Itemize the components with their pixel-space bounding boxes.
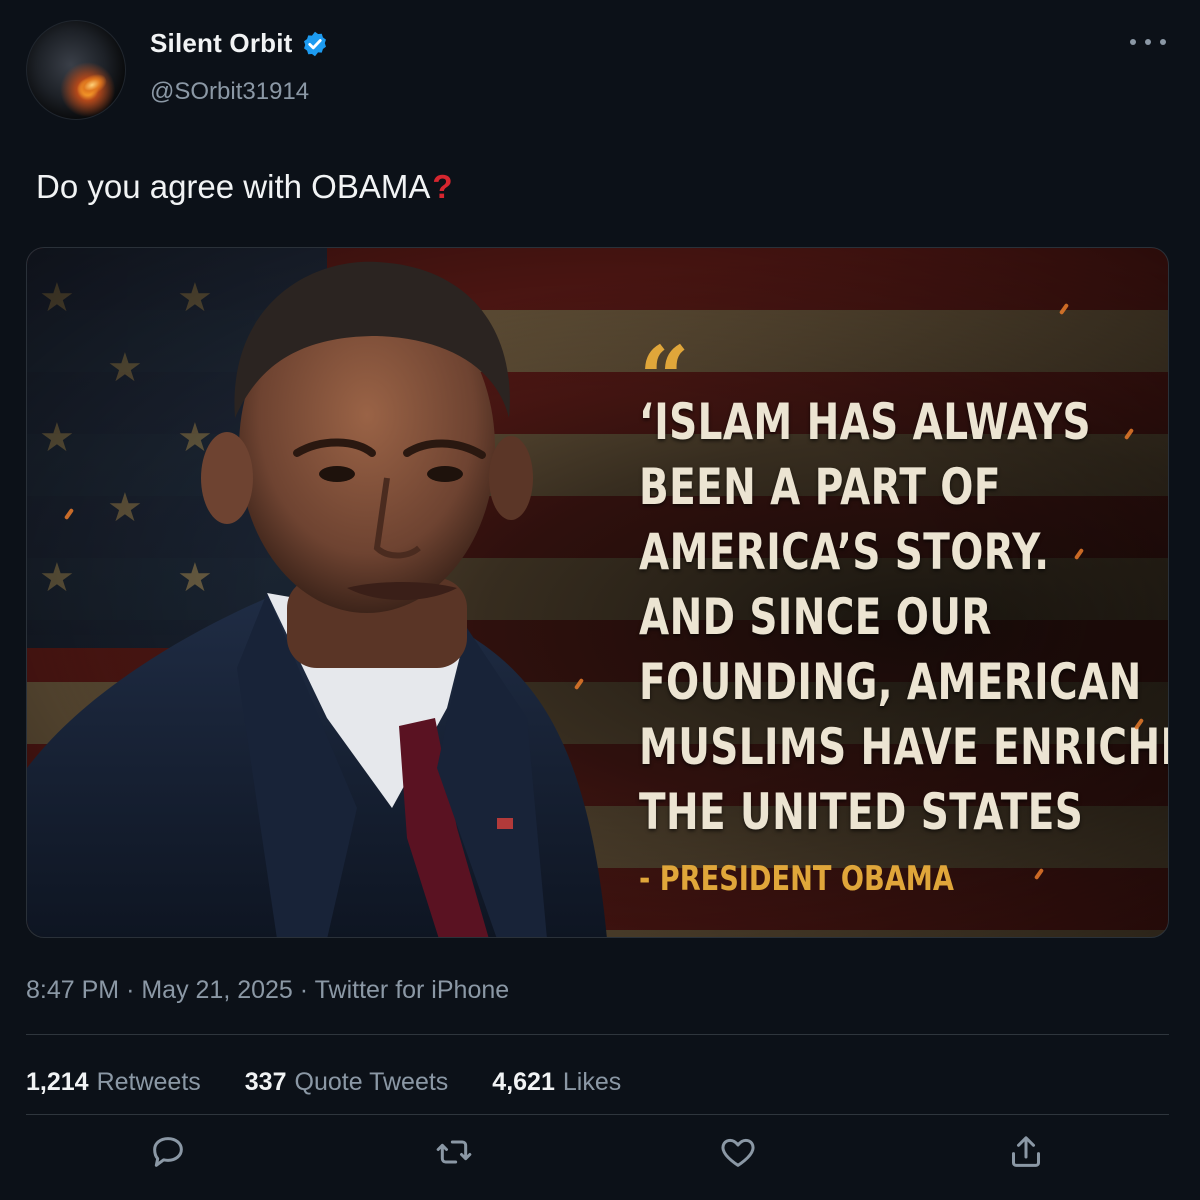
tweet-text: Do you agree with OBAMA? xyxy=(36,168,453,206)
likes-stat[interactable]: 4,621 Likes xyxy=(492,1068,621,1097)
likes-label: Likes xyxy=(562,1068,622,1096)
obama-portrait xyxy=(27,261,607,937)
tweet-source[interactable]: Twitter for iPhone xyxy=(315,976,510,1004)
tweet-time[interactable]: 8:47 PM xyxy=(26,976,119,1004)
tweet-date[interactable]: May 21, 2025 xyxy=(141,976,293,1004)
tweet-meta: 8:47 PM · May 21, 2025 · Twitter for iPh… xyxy=(26,976,509,1005)
quote-tweets-label: Quote Tweets xyxy=(294,1068,449,1096)
meta-separator: · xyxy=(299,976,315,1004)
avatar[interactable] xyxy=(26,20,126,120)
quote-attribution: - PRESIDENT OBAMA xyxy=(639,859,954,899)
tweet-body: Do you agree with OBAMA xyxy=(36,168,431,205)
quote-mark-icon: “ xyxy=(639,326,690,430)
retweets-count: 1,214 xyxy=(26,1068,89,1096)
retweet-icon[interactable] xyxy=(434,1132,474,1172)
quote-line: FOUNDING, AMERICAN xyxy=(639,653,1142,711)
quote-tweets-count: 337 xyxy=(244,1068,287,1096)
likes-count: 4,621 xyxy=(492,1068,555,1096)
quote-line: AND SINCE OUR xyxy=(639,588,992,646)
retweets-label: Retweets xyxy=(96,1068,201,1096)
quote-line: ‘ISLAM HAS ALWAYS xyxy=(639,393,1092,451)
tweet-stats: 1,214 Retweets 337 Quote Tweets 4,621 Likes xyxy=(26,1068,621,1097)
quote-block: “ ‘ISLAM HAS ALWAYS BEEN A PART OF AMERI… xyxy=(639,326,1169,899)
red-question-mark-icon: ? xyxy=(432,168,453,205)
divider xyxy=(26,1034,1169,1035)
verified-badge-icon xyxy=(303,31,326,56)
more-options-icon[interactable] xyxy=(1130,32,1166,52)
share-icon[interactable] xyxy=(1006,1132,1046,1172)
reply-icon[interactable] xyxy=(148,1132,188,1172)
meta-separator: · xyxy=(126,976,142,1004)
retweets-stat[interactable]: 1,214 Retweets xyxy=(26,1068,201,1097)
tweet-actions xyxy=(0,1132,1200,1180)
tweet-media-image[interactable]: ★ ★ ★ ★ ★ ★ ★ ★ xyxy=(26,247,1169,938)
tweet-header: Silent Orbit @SOrbit31914 xyxy=(26,20,1174,120)
author-handle[interactable]: @SOrbit31914 xyxy=(150,78,309,106)
quote-line: BEEN A PART OF xyxy=(639,458,1001,516)
quote-line: AMERICA’S STORY. xyxy=(639,523,1050,581)
divider xyxy=(26,1114,1169,1115)
display-name[interactable]: Silent Orbit xyxy=(150,28,293,59)
like-icon[interactable] xyxy=(718,1132,758,1172)
quote-tweets-stat[interactable]: 337 Quote Tweets xyxy=(245,1068,449,1097)
quote-line: THE UNITED STATES xyxy=(639,783,1084,841)
author-name-row: Silent Orbit xyxy=(150,28,329,59)
quote-line: MUSLIMS HAVE ENRICHED xyxy=(639,718,1169,776)
